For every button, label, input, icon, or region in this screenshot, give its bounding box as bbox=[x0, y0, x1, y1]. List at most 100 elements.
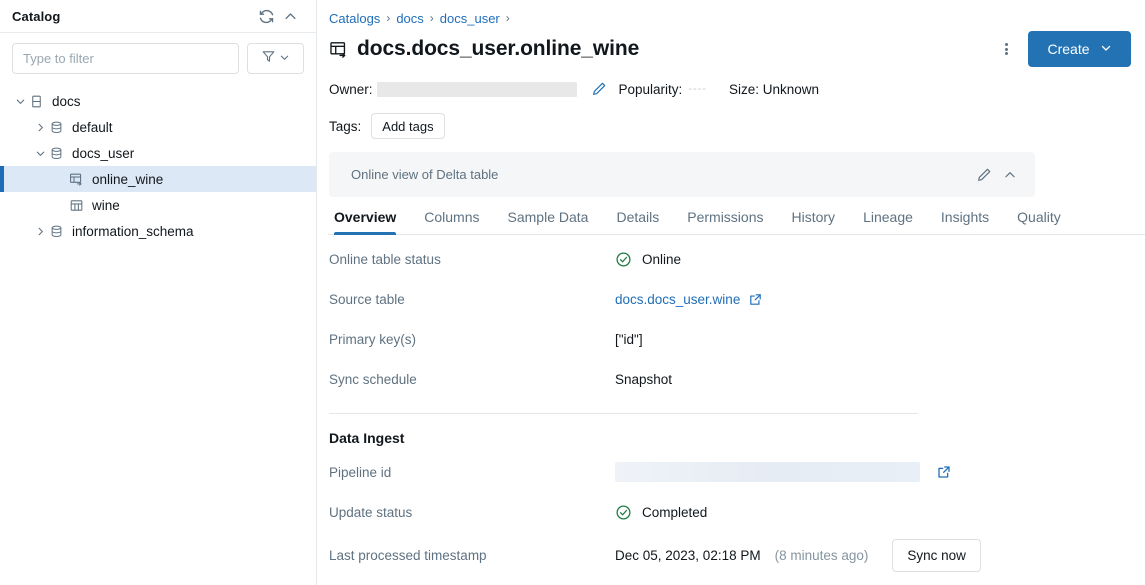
pencil-icon[interactable] bbox=[591, 81, 607, 97]
owner-meta-row: Owner: Popularity: ---- Size: Unknown bbox=[329, 76, 1131, 102]
filter-input[interactable] bbox=[12, 43, 239, 74]
schema-icon bbox=[48, 223, 64, 239]
page-title: docs.docs_user.online_wine bbox=[357, 37, 993, 61]
field-label: Sync schedule bbox=[329, 372, 615, 387]
section-divider bbox=[329, 413, 918, 414]
description-collapse-icon[interactable] bbox=[997, 162, 1023, 188]
schema-icon bbox=[48, 145, 64, 161]
online-table-icon bbox=[68, 171, 84, 187]
breadcrumb: Catalogs›docs›docs_user› bbox=[329, 8, 1131, 28]
main-panel: Catalogs›docs›docs_user› docs.docs_user.… bbox=[317, 0, 1145, 585]
field-value: ["id"] bbox=[615, 332, 643, 347]
add-tags-button[interactable]: Add tags bbox=[371, 113, 444, 139]
tab-bar: OverviewColumnsSample DataDetailsPermiss… bbox=[328, 209, 1145, 235]
size-label: Size: Unknown bbox=[729, 82, 819, 97]
create-button-label: Create bbox=[1047, 41, 1089, 57]
tab-quality[interactable]: Quality bbox=[1003, 209, 1075, 234]
field-label: Update status bbox=[329, 505, 615, 520]
field-label: Last processed timestamp bbox=[329, 548, 615, 563]
title-row: docs.docs_user.online_wine Create bbox=[329, 32, 1131, 66]
tree-item-label: default bbox=[72, 120, 113, 135]
refresh-icon[interactable] bbox=[254, 4, 278, 28]
update-status-text: Completed bbox=[642, 505, 707, 520]
online-status-text: Online bbox=[642, 252, 681, 267]
filter-button[interactable] bbox=[247, 43, 304, 74]
tree-item-information_schema[interactable]: information_schema bbox=[0, 218, 316, 244]
field-row-sync-schedule: Sync schedule Snapshot bbox=[329, 359, 1131, 399]
description-text: Online view of Delta table bbox=[351, 167, 971, 182]
tree-item-wine[interactable]: wine bbox=[0, 192, 316, 218]
catalog-tree: docs default docs_user online_winewine infor… bbox=[0, 82, 316, 244]
tree-item-default[interactable]: default bbox=[0, 114, 316, 140]
field-row-last-processed-timestamp: Last processed timestamp Dec 05, 2023, 0… bbox=[329, 532, 1131, 578]
overview-fields: Online table status Online Source table … bbox=[329, 239, 1131, 578]
check-circle-icon bbox=[615, 251, 632, 268]
data-ingest-title: Data Ingest bbox=[329, 430, 1131, 446]
sidebar-title: Catalog bbox=[12, 9, 254, 24]
tree-item-label: online_wine bbox=[92, 172, 163, 187]
owner-value-redacted bbox=[377, 82, 577, 97]
external-link-icon[interactable] bbox=[748, 292, 763, 307]
field-label: Pipeline id bbox=[329, 465, 615, 480]
timestamp-value: Dec 05, 2023, 02:18 PM bbox=[615, 548, 761, 563]
field-row-update-status: Update status Completed bbox=[329, 492, 1131, 532]
breadcrumb-item-docs[interactable]: docs bbox=[396, 11, 423, 26]
source-table-link[interactable]: docs.docs_user.wine bbox=[615, 292, 740, 307]
chevron-down-icon bbox=[1100, 41, 1112, 57]
create-button[interactable]: Create bbox=[1028, 31, 1131, 67]
tree-item-label: wine bbox=[92, 198, 120, 213]
tags-row: Tags: Add tags bbox=[329, 112, 1131, 140]
catalog-icon bbox=[28, 93, 44, 109]
app-root: Catalog bbox=[0, 0, 1145, 585]
tree-spacer bbox=[52, 171, 68, 187]
description-edit-icon[interactable] bbox=[971, 162, 997, 188]
tab-permissions[interactable]: Permissions bbox=[673, 209, 777, 234]
field-value: docs.docs_user.wine bbox=[615, 292, 763, 307]
sync-now-button[interactable]: Sync now bbox=[892, 539, 981, 572]
tree-spacer bbox=[52, 197, 68, 213]
timestamp-relative: (8 minutes ago) bbox=[775, 548, 869, 563]
tree-item-label: docs_user bbox=[72, 146, 134, 161]
funnel-icon bbox=[261, 49, 276, 69]
chevron-down-icon[interactable] bbox=[32, 145, 48, 161]
tree-item-online_wine[interactable]: online_wine bbox=[0, 166, 316, 192]
tab-details[interactable]: Details bbox=[602, 209, 673, 234]
breadcrumb-item-docs_user[interactable]: docs_user bbox=[440, 11, 500, 26]
tab-history[interactable]: History bbox=[778, 209, 850, 234]
filter-row bbox=[0, 33, 316, 82]
tab-lineage[interactable]: Lineage bbox=[849, 209, 927, 234]
tree-item-docs_user[interactable]: docs_user bbox=[0, 140, 316, 166]
tags-label: Tags: bbox=[329, 119, 361, 134]
tab-insights[interactable]: Insights bbox=[927, 209, 1003, 234]
catalog-sidebar: Catalog bbox=[0, 0, 317, 585]
chevron-down-icon[interactable] bbox=[12, 93, 28, 109]
description-box: Online view of Delta table bbox=[329, 152, 1035, 197]
chevron-right-icon[interactable] bbox=[32, 223, 48, 239]
pipeline-id-redacted bbox=[615, 462, 920, 482]
breadcrumb-separator: › bbox=[506, 11, 510, 25]
external-link-icon[interactable] bbox=[936, 464, 952, 480]
breadcrumb-separator: › bbox=[430, 11, 434, 25]
tree-item-docs[interactable]: docs bbox=[0, 88, 316, 114]
chevron-down-icon bbox=[279, 50, 290, 68]
field-value: Dec 05, 2023, 02:18 PM (8 minutes ago) S… bbox=[615, 539, 981, 572]
tree-item-label: information_schema bbox=[72, 224, 194, 239]
schema-icon bbox=[48, 119, 64, 135]
more-vertical-icon[interactable] bbox=[993, 36, 1019, 62]
tab-sample-data[interactable]: Sample Data bbox=[494, 209, 603, 234]
field-label: Online table status bbox=[329, 252, 615, 267]
tab-overview[interactable]: Overview bbox=[328, 209, 410, 234]
online-table-icon bbox=[329, 40, 348, 59]
field-row-source-table: Source table docs.docs_user.wine bbox=[329, 279, 1131, 319]
field-row-online-table-status: Online table status Online bbox=[329, 239, 1131, 279]
breadcrumb-item-Catalogs[interactable]: Catalogs bbox=[329, 11, 380, 26]
sidebar-header: Catalog bbox=[0, 0, 316, 33]
sidebar-collapse-icon[interactable] bbox=[278, 4, 302, 28]
table-icon bbox=[68, 197, 84, 213]
chevron-right-icon[interactable] bbox=[32, 119, 48, 135]
tab-columns[interactable]: Columns bbox=[410, 209, 493, 234]
field-value: Online bbox=[615, 251, 681, 268]
tree-item-label: docs bbox=[52, 94, 81, 109]
popularity-value: ---- bbox=[688, 83, 707, 95]
field-value: Snapshot bbox=[615, 372, 672, 387]
